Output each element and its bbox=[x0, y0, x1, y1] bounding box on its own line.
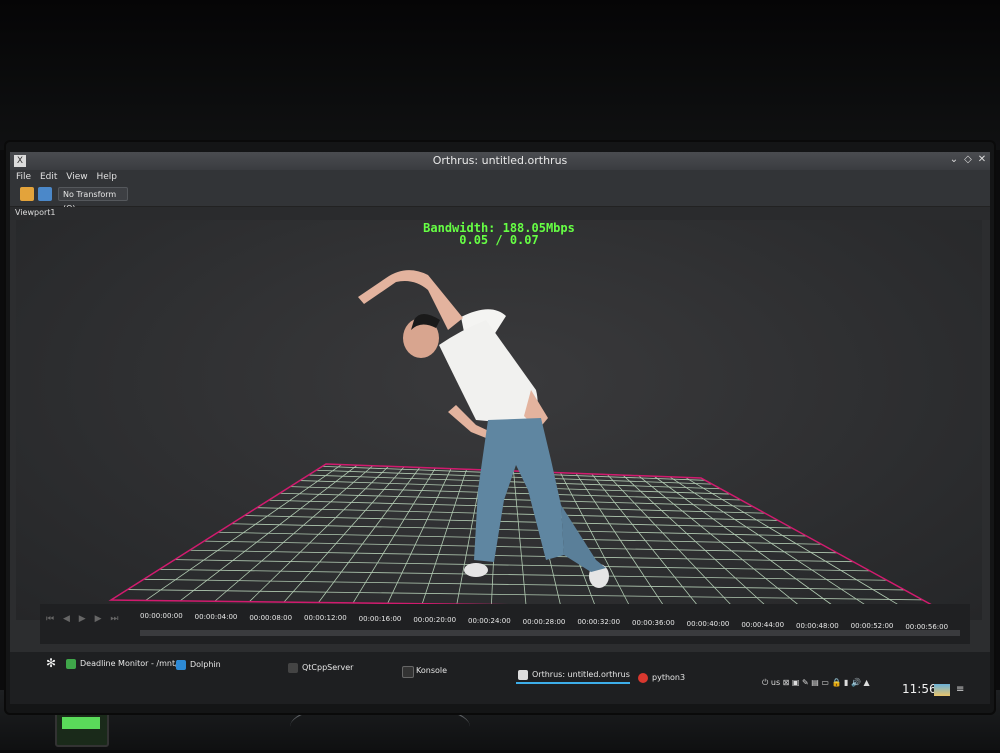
timeline-panel: ⏮ ◀ ▶ ▶ ⏭ 00:00:00:00 00:00:04:00 00:00:08… bbox=[40, 604, 970, 644]
network-icon[interactable]: ⏻ bbox=[762, 678, 768, 687]
notes-icon[interactable]: ✎ bbox=[802, 678, 809, 687]
task-label: Dolphin bbox=[190, 660, 221, 669]
task-deadline-monitor[interactable]: Deadline Monitor - /mnt/... bbox=[64, 657, 185, 671]
konsole-icon bbox=[402, 666, 414, 678]
timeline-tick-label: 00:00:48:00 bbox=[796, 621, 839, 630]
close-icon[interactable]: ✕ bbox=[976, 154, 988, 166]
step-forward-icon[interactable]: ▶ bbox=[95, 614, 102, 624]
dolphin-icon bbox=[176, 660, 186, 670]
screen: X Orthrus: untitled.orthrus ⌄ ◇ ✕ File E… bbox=[10, 152, 990, 704]
tab-viewport1[interactable]: Viewport1 bbox=[15, 208, 55, 217]
task-label: python3 bbox=[652, 673, 686, 682]
diamond-icon[interactable]: ◇ bbox=[962, 154, 974, 166]
skip-end-icon[interactable]: ⏭ bbox=[110, 614, 118, 624]
timeline-scrollbar[interactable] bbox=[140, 630, 960, 636]
timeline-tick-label: 00:00:20:00 bbox=[413, 616, 457, 624]
timeline-tick-label: 00:00:16:00 bbox=[358, 615, 402, 624]
person-pointcloud bbox=[358, 270, 609, 588]
menu-help[interactable]: Help bbox=[96, 172, 117, 182]
menu-icon[interactable]: ≡ bbox=[956, 684, 964, 695]
timeline-tick-label: 00:00:00:00 bbox=[140, 612, 183, 620]
system-tray: ⏻ us ⊠ ▣ ✎ ▤ ▭ 🔒 ▮ 🔊 ▲ bbox=[762, 678, 870, 688]
desktop-preview-icon[interactable] bbox=[934, 684, 950, 696]
task-orthrus[interactable]: Orthrus: untitled.orthrus bbox=[516, 668, 630, 684]
timeline-tick-label: 00:00:44:00 bbox=[741, 620, 785, 629]
background-wall bbox=[0, 0, 1000, 150]
clipboard-icon[interactable]: ▣ bbox=[792, 678, 800, 687]
3d-viewport[interactable]: Bandwidth: 188.05Mbps 0.05 / 0.07 bbox=[16, 220, 982, 620]
folder-open-icon[interactable] bbox=[20, 187, 34, 201]
task-label: Orthrus: untitled.orthrus bbox=[532, 670, 630, 679]
viewport-tabbar: Viewport1 bbox=[10, 207, 990, 220]
play-icon[interactable]: ▶ bbox=[79, 614, 86, 624]
transform-dropdown[interactable]: No Transform (Q) ▾ bbox=[58, 187, 128, 213]
expand-tray-icon[interactable]: ▲ bbox=[863, 678, 869, 687]
task-label: QtCppServer bbox=[302, 663, 354, 672]
toolbar: No Transform (Q) ▾ bbox=[10, 184, 990, 213]
timeline-tick-label: 00:00:12:00 bbox=[304, 614, 347, 623]
timeline-tick-label: 00:00:24:00 bbox=[468, 616, 511, 625]
timeline-tick-label: 00:00:40:00 bbox=[686, 620, 730, 628]
display-icon[interactable]: ▤ bbox=[811, 678, 819, 687]
keyboard-layout[interactable]: us bbox=[771, 678, 780, 687]
window-titlebar: X Orthrus: untitled.orthrus ⌄ ◇ ✕ bbox=[10, 152, 990, 170]
terminal-icon bbox=[288, 663, 298, 673]
monitor-icon[interactable]: ▭ bbox=[821, 678, 829, 687]
timeline-tick-label: 00:00:32:00 bbox=[577, 618, 621, 627]
timeline-tick-label: 00:00:08:00 bbox=[249, 613, 293, 622]
task-python3[interactable]: python3 bbox=[636, 671, 685, 685]
task-label: Deadline Monitor - /mnt/... bbox=[80, 659, 186, 668]
step-back-icon[interactable]: ◀ bbox=[63, 614, 70, 624]
application-launcher-icon[interactable]: ✻ bbox=[46, 656, 60, 670]
task-qtcppserver[interactable]: QtCppServer bbox=[286, 661, 353, 675]
clock[interactable]: 11:56 bbox=[902, 682, 937, 696]
lock-icon[interactable]: 🔒 bbox=[832, 678, 842, 687]
python-icon bbox=[638, 673, 648, 683]
task-konsole[interactable]: Konsole bbox=[400, 664, 447, 678]
timeline-tick-label: 00:00:36:00 bbox=[632, 619, 675, 628]
volume-icon[interactable]: 🔊 bbox=[851, 678, 861, 687]
window-title: Orthrus: untitled.orthrus bbox=[432, 154, 568, 167]
timeline-tick-label: 00:00:04:00 bbox=[194, 612, 238, 621]
orthrus-icon bbox=[518, 670, 528, 680]
menu-view[interactable]: View bbox=[66, 172, 87, 182]
menu-file[interactable]: File bbox=[16, 172, 31, 182]
menubar: File Edit View Help bbox=[10, 170, 990, 184]
skip-start-icon[interactable]: ⏮ bbox=[46, 614, 54, 624]
save-icon[interactable] bbox=[38, 187, 52, 201]
battery-icon[interactable]: ▮ bbox=[844, 678, 848, 687]
window-icon[interactable]: ⊠ bbox=[783, 678, 790, 687]
chevron-down-icon[interactable]: ⌄ bbox=[948, 154, 960, 166]
deadline-icon bbox=[66, 659, 76, 669]
task-dolphin[interactable]: Dolphin bbox=[174, 658, 221, 672]
menu-edit[interactable]: Edit bbox=[40, 172, 57, 182]
playback-controls: ⏮ ◀ ▶ ▶ ⏭ bbox=[40, 614, 135, 628]
task-label: Konsole bbox=[416, 666, 448, 675]
timeline-tick-label: 00:00:28:00 bbox=[522, 617, 566, 626]
taskbar: ✻ Deadline Monitor - /mnt/... Dolphin Qt… bbox=[10, 652, 990, 704]
